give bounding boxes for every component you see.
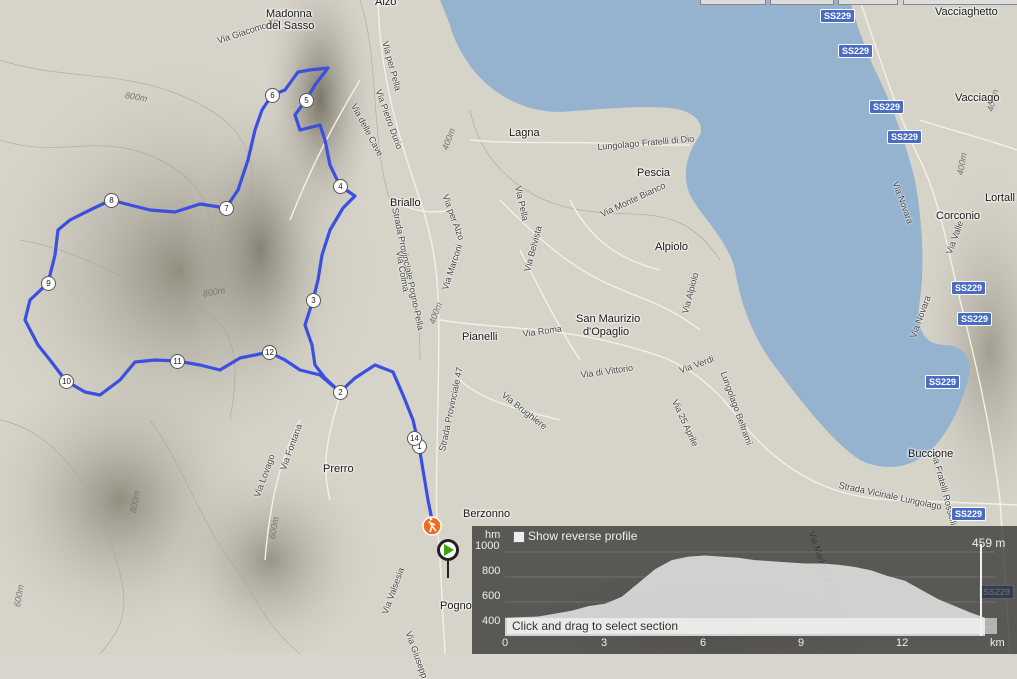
x-tick: 12: [896, 637, 909, 649]
town-label: d'Opaglio: [583, 326, 630, 338]
map-control-button[interactable]: [903, 0, 1017, 5]
x-tick: 3: [601, 637, 608, 649]
town-label: Pescia: [637, 167, 671, 179]
waypoint-marker[interactable]: 14: [407, 431, 422, 446]
road-shield: SS229: [951, 281, 987, 295]
town-label: Lortall: [985, 192, 1015, 204]
reverse-profile-label[interactable]: Show reverse profile: [528, 529, 637, 543]
road-shield: SS229: [925, 375, 961, 389]
waypoint-marker[interactable]: 4: [333, 179, 348, 194]
map-control-button[interactable]: [700, 0, 766, 5]
waypoint-marker[interactable]: 10: [59, 374, 74, 389]
waypoint-marker[interactable]: 7: [219, 201, 234, 216]
reverse-profile-checkbox[interactable]: [513, 531, 525, 543]
town-label: Berzonno: [463, 508, 511, 520]
x-tick: 6: [700, 637, 707, 649]
road-shield: SS229: [838, 44, 874, 58]
road-shield: SS229: [957, 312, 993, 326]
waypoint-marker[interactable]: 2: [333, 385, 348, 400]
town-label: Alpiolo: [655, 241, 689, 253]
x-tick: 0: [502, 637, 509, 649]
town-label: Alzo: [375, 0, 397, 8]
town-label: Vacciaghetto: [935, 6, 998, 18]
map-control-button[interactable]: [770, 0, 834, 5]
town-label: Briallo: [390, 197, 421, 209]
waypoint-marker[interactable]: 8: [104, 193, 119, 208]
x-tick: 9: [798, 637, 805, 649]
elevation-profile-panel[interactable]: hm Show reverse profile 459 m 1000 800 6…: [472, 526, 1017, 654]
town-label: Buccione: [908, 448, 954, 460]
hiker-icon[interactable]: [422, 516, 442, 536]
waypoint-marker[interactable]: 12: [262, 345, 277, 360]
road-shield: SS229: [820, 9, 856, 23]
road-shield: SS229: [887, 130, 923, 144]
town-label: Madonna: [266, 8, 312, 20]
town-label: Corconio: [936, 210, 981, 222]
y-tick: 600: [482, 590, 501, 602]
town-label: Lagna: [509, 127, 540, 139]
town-label: San Maurizio: [576, 313, 641, 325]
waypoint-marker[interactable]: 3: [306, 293, 321, 308]
town-label: Prerro: [323, 463, 354, 475]
y-tick: 800: [482, 565, 501, 577]
position-marker[interactable]: [980, 544, 982, 636]
waypoint-marker[interactable]: 11: [170, 354, 185, 369]
road-shield: SS229: [869, 100, 905, 114]
waypoint-marker[interactable]: 6: [265, 88, 280, 103]
town-label: Pogno: [440, 600, 472, 612]
town-label: Vacciago: [955, 92, 1000, 104]
select-section-hint: Click and drag to select section: [507, 618, 997, 634]
road-shield: SS229: [951, 507, 987, 521]
town-label: del Sasso: [266, 20, 315, 32]
town-label: Pianelli: [462, 331, 498, 343]
x-unit-label: km: [990, 637, 1005, 649]
map-control-button[interactable]: [838, 0, 898, 5]
y-tick: 400: [482, 615, 501, 627]
y-tick: 1000: [475, 540, 500, 552]
waypoint-marker[interactable]: 9: [41, 276, 56, 291]
waypoint-marker[interactable]: 5: [299, 93, 314, 108]
